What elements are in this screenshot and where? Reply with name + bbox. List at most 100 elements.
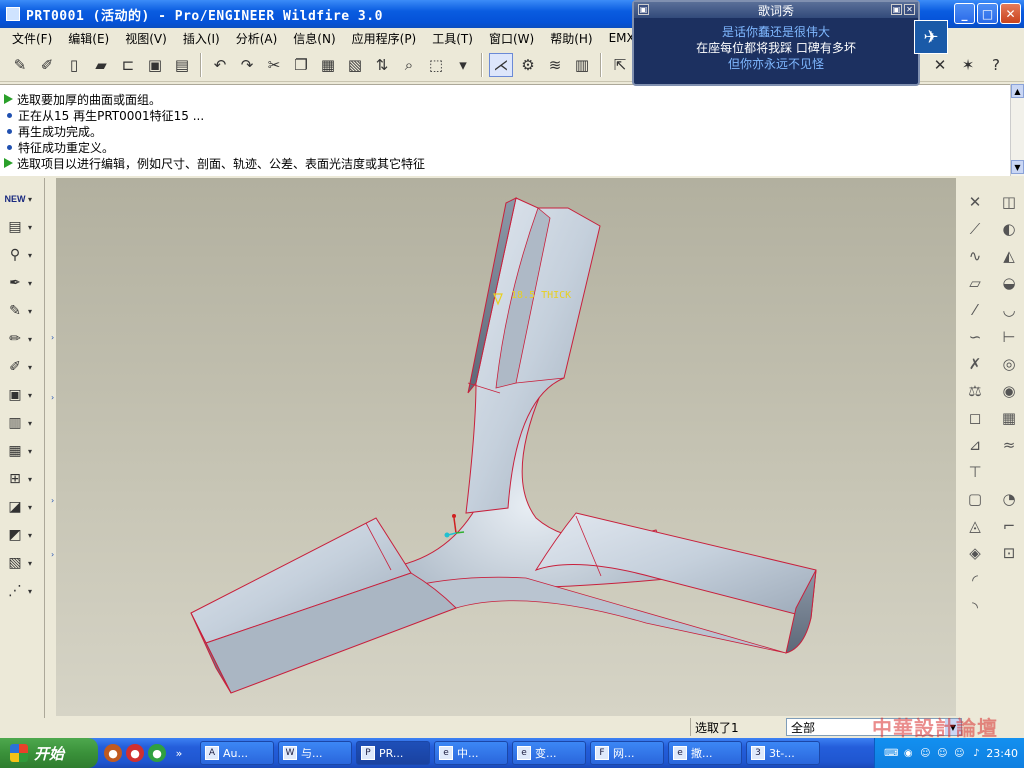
- datum-axis-icon[interactable]: ⟋: [958, 215, 992, 242]
- disk-icon[interactable]: ▣: [143, 53, 167, 77]
- lyrics-menu-icon[interactable]: ▣: [638, 4, 649, 15]
- sweep-tool[interactable]: ✒ ▾: [4, 272, 32, 294]
- menu-info[interactable]: 信息(N): [285, 30, 343, 47]
- chevron-right-icon[interactable]: ›: [51, 393, 54, 402]
- corner-icon[interactable]: ⌐: [992, 512, 1024, 539]
- start-button[interactable]: 开始: [0, 738, 98, 768]
- style-icon[interactable]: ⚖: [958, 377, 992, 404]
- save-icon[interactable]: ▯: [62, 53, 86, 77]
- chevron-down-icon[interactable]: ▾: [28, 195, 32, 204]
- menu-edit[interactable]: 编辑(E): [60, 30, 117, 47]
- keyboard-icon[interactable]: ⌨: [884, 746, 898, 760]
- chevron-down-icon[interactable]: ▾: [28, 447, 32, 456]
- blank2-icon[interactable]: [992, 566, 1024, 593]
- scroll-down-icon[interactable]: ▼: [1011, 160, 1024, 174]
- lyrics-minimize-icon[interactable]: ▣: [891, 4, 902, 15]
- sketch-icon[interactable]: ◐: [992, 215, 1024, 242]
- rib-tool[interactable]: ▥ ▾: [4, 412, 32, 434]
- new-tool[interactable]: NEW ▾: [4, 188, 33, 210]
- messenger-icon[interactable]: ●: [148, 744, 166, 762]
- surface-icon[interactable]: ◬: [958, 512, 992, 539]
- chevron-down-icon[interactable]: ▾: [28, 391, 32, 400]
- datum-plane-icon[interactable]: ◫: [992, 188, 1024, 215]
- thickness-annotation[interactable]: 18.5 THICK: [511, 290, 571, 301]
- model-tree-icon[interactable]: ▥: [570, 53, 594, 77]
- datum-point-icon[interactable]: ✕: [958, 188, 992, 215]
- solidify-icon[interactable]: ◈: [958, 539, 992, 566]
- layers-icon[interactable]: ≋: [543, 53, 567, 77]
- save-copy-icon[interactable]: ▰: [89, 53, 113, 77]
- chevron-down-icon[interactable]: ▾: [28, 251, 32, 260]
- bend-icon[interactable]: ◝: [958, 593, 992, 620]
- task-button[interactable]: e 撒...: [668, 741, 742, 765]
- note-icon[interactable]: ⊿: [958, 431, 992, 458]
- player-icon[interactable]: ●: [126, 744, 144, 762]
- lyrics-close-icon[interactable]: ✕: [904, 4, 915, 15]
- lyrics-title-bar[interactable]: ▣ 歌词秀 ▣ ✕: [634, 2, 918, 18]
- cut-icon[interactable]: ✂: [262, 53, 286, 77]
- task-button[interactable]: F 网...: [590, 741, 664, 765]
- trim-tool[interactable]: ▧ ▾: [4, 552, 32, 574]
- media-icon[interactable]: ●: [104, 744, 122, 762]
- toolchain-icon[interactable]: ⊤: [958, 458, 992, 485]
- redo-icon[interactable]: ↷: [235, 53, 259, 77]
- task-button[interactable]: e 变...: [512, 741, 586, 765]
- chevron-down-icon[interactable]: ▾: [28, 559, 32, 568]
- frame-icon[interactable]: ▢: [958, 485, 992, 512]
- menu-window[interactable]: 窗口(W): [481, 30, 542, 47]
- clock[interactable]: 23:40: [986, 747, 1018, 760]
- chamfer-icon[interactable]: ◒: [992, 269, 1024, 296]
- chevron-right-icon[interactable]: »: [170, 744, 188, 762]
- fill-icon[interactable]: ◎: [992, 350, 1024, 377]
- menu-insert[interactable]: 插入(I): [175, 30, 228, 47]
- draft-tool[interactable]: ▦ ▾: [4, 440, 32, 462]
- blend-tool[interactable]: ✎ ▾: [4, 300, 32, 322]
- minimize-button[interactable]: _: [954, 3, 975, 24]
- draft-check-icon[interactable]: ⁄: [958, 296, 992, 323]
- warp-icon[interactable]: ▦: [992, 404, 1024, 431]
- lyrics-logo-icon[interactable]: ✈: [914, 20, 948, 54]
- variable-section-icon[interactable]: ◻: [958, 404, 992, 431]
- chevron-down-icon[interactable]: ▾: [28, 279, 32, 288]
- chevron-down-icon[interactable]: ▾: [28, 419, 32, 428]
- pattern-tool[interactable]: ⊞ ▾: [4, 468, 32, 490]
- menu-analysis[interactable]: 分析(A): [228, 30, 286, 47]
- cursor-icon[interactable]: ⇱: [608, 53, 632, 77]
- paste-icon[interactable]: ▦: [316, 53, 340, 77]
- regenerate-icon[interactable]: ⇅: [370, 53, 394, 77]
- scroll-up-icon[interactable]: ▲: [1011, 84, 1024, 98]
- chevron-down-icon[interactable]: ▾: [28, 531, 32, 540]
- message-scrollbar[interactable]: ▲ ▼: [1010, 84, 1024, 176]
- chevron-right-icon[interactable]: ›: [51, 550, 54, 559]
- shell-tool[interactable]: ▣ ▾: [4, 384, 32, 406]
- context-help-icon[interactable]: ?: [984, 53, 1008, 77]
- thicken-tool[interactable]: ⋰ ▾: [4, 580, 32, 602]
- blank-icon[interactable]: [992, 458, 1024, 485]
- menu-applications[interactable]: 应用程序(P): [344, 30, 425, 47]
- chevron-down-icon[interactable]: ▾: [28, 363, 32, 372]
- csys-toggle-icon[interactable]: ✶: [956, 53, 980, 77]
- csys-icon[interactable]: ◭: [992, 242, 1024, 269]
- user-icon[interactable]: ☺: [918, 746, 932, 760]
- intersect-icon[interactable]: ⊢: [992, 323, 1024, 350]
- task-button[interactable]: 3 3t-...: [746, 741, 820, 765]
- merge-tool[interactable]: ◩ ▾: [4, 524, 32, 546]
- find-icon[interactable]: ⌕: [397, 53, 421, 77]
- user-icon[interactable]: ☺: [952, 746, 966, 760]
- datum-display-icon[interactable]: ⋌: [489, 52, 513, 77]
- open-folder-icon[interactable]: ⊏: [116, 53, 140, 77]
- task-button[interactable]: W 与...: [278, 741, 352, 765]
- menu-tools[interactable]: 工具(T): [424, 30, 481, 47]
- chevron-down-icon[interactable]: ▾: [28, 503, 32, 512]
- user-icon[interactable]: ☺: [935, 746, 949, 760]
- chevron-down-icon[interactable]: ▾: [28, 475, 32, 484]
- datum-curve-icon[interactable]: ∿: [958, 242, 992, 269]
- chevron-down-icon[interactable]: ▾: [28, 223, 32, 232]
- offset-icon[interactable]: ◡: [992, 296, 1024, 323]
- view-icon[interactable]: ⚙: [516, 53, 540, 77]
- chevron-down-icon[interactable]: ▾: [451, 53, 475, 77]
- vertex-icon[interactable]: ◔: [992, 485, 1024, 512]
- task-button[interactable]: A Au...: [200, 741, 274, 765]
- arc-icon[interactable]: ◜: [958, 566, 992, 593]
- undo-icon[interactable]: ↶: [208, 53, 232, 77]
